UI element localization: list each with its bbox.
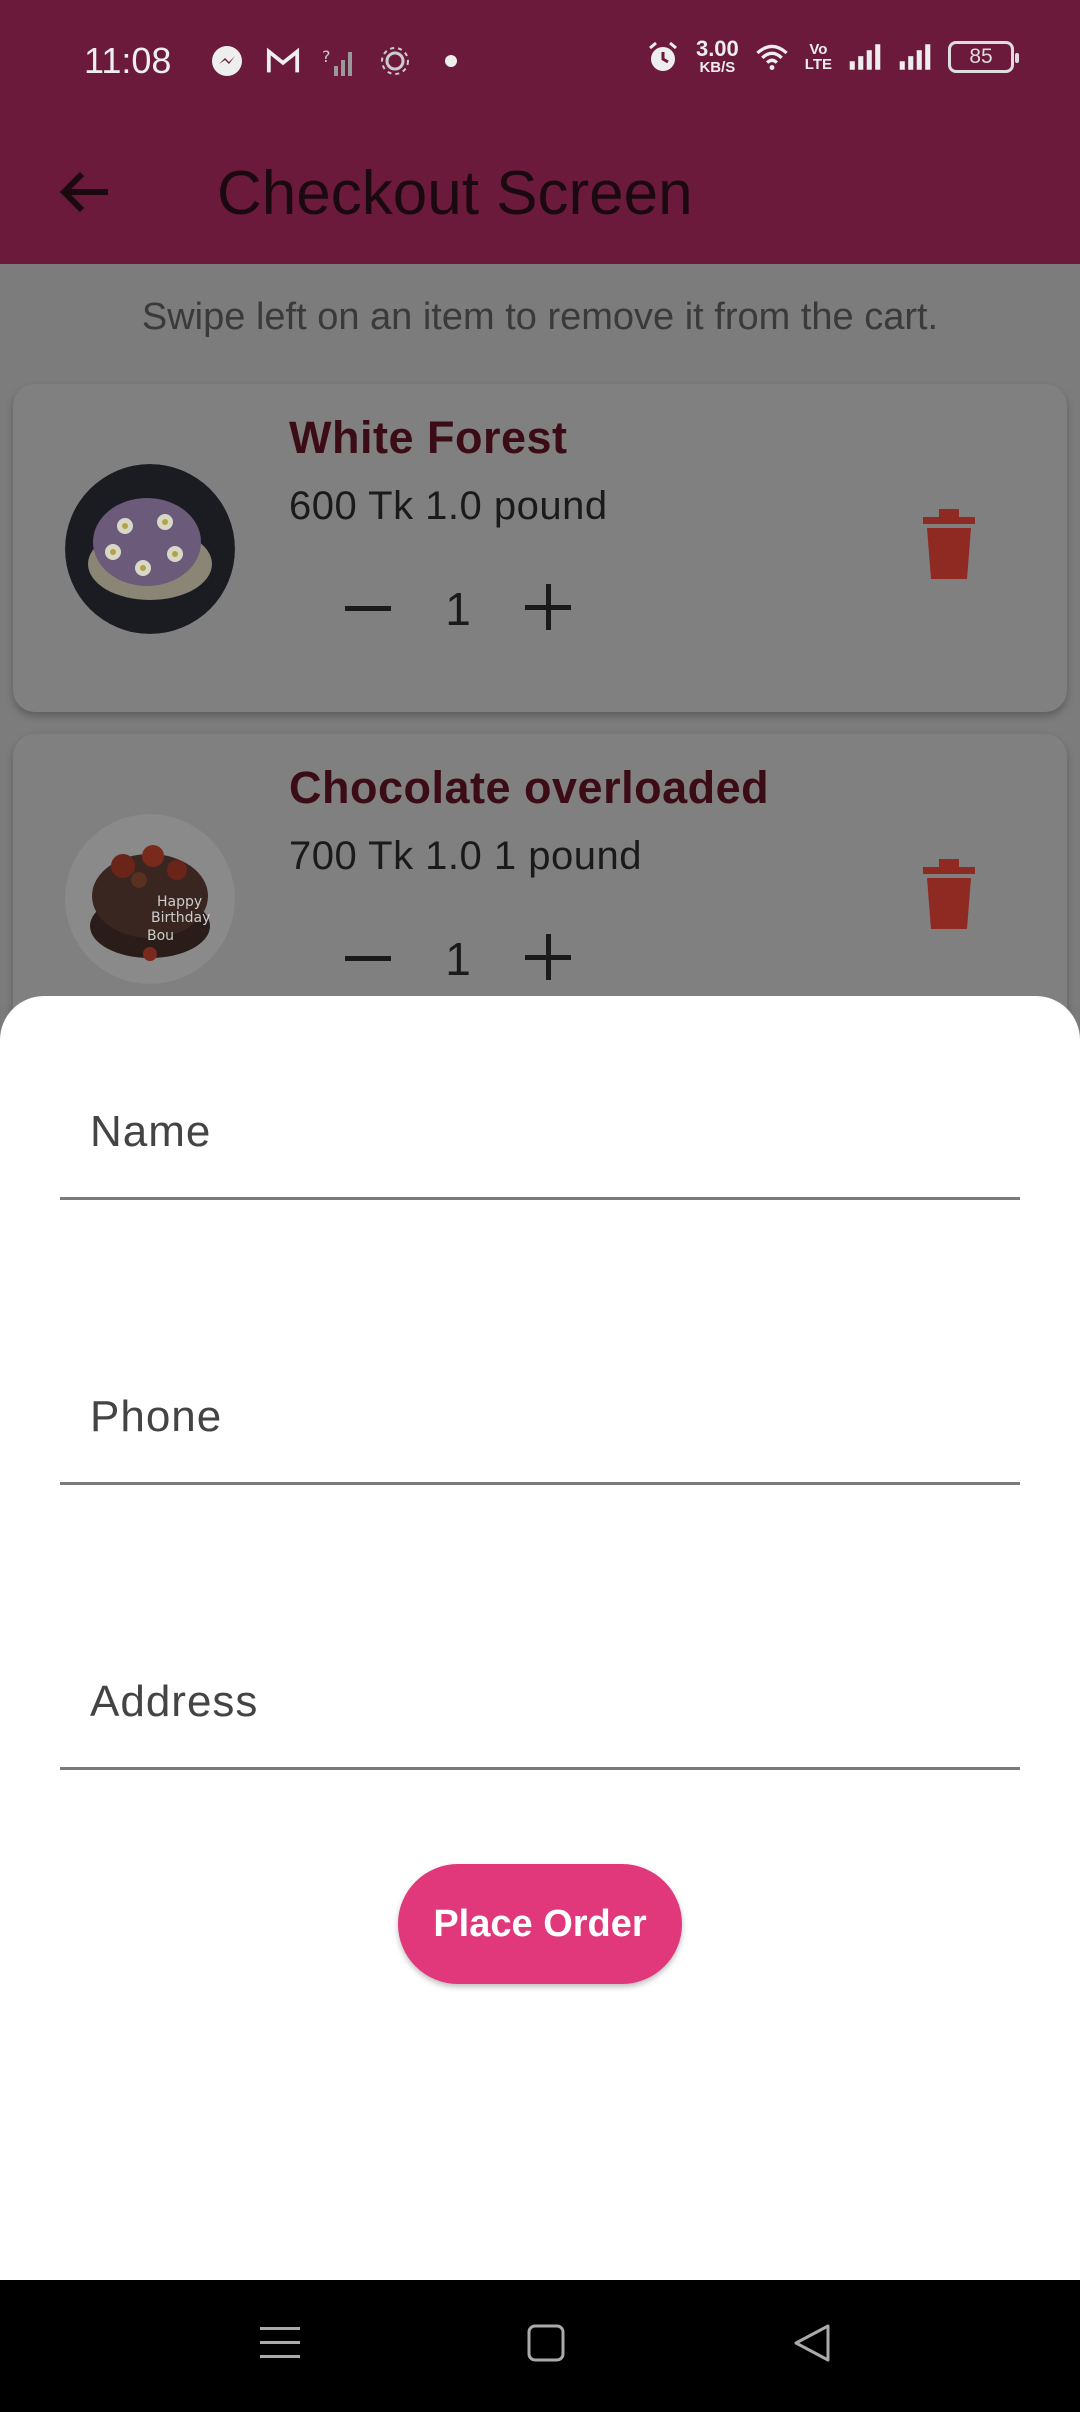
recent-apps-button[interactable] [240, 2310, 320, 2380]
item-price: 700 Tk 1.0 1 pound [289, 834, 642, 878]
signal-icon [848, 40, 882, 74]
cake-image: Happy Birthday Bou [65, 814, 235, 984]
quantity-value: 1 [445, 933, 471, 985]
name-input[interactable] [90, 1107, 990, 1157]
system-icons: 3.00 KB/S Vo LTE 85 [646, 36, 1019, 76]
place-order-button[interactable]: Place Order [398, 1864, 682, 1984]
quantity-stepper: 1 [333, 924, 583, 994]
alarm-icon [646, 40, 680, 74]
back-button[interactable] [44, 154, 124, 234]
status-bar: 11:08 ? 3.00 KB/S Vo LTE 85 [0, 0, 1080, 124]
minus-icon [345, 600, 391, 618]
increase-button[interactable] [513, 924, 583, 994]
item-name: White Forest [289, 412, 568, 463]
svg-text:Bou: Bou [147, 928, 174, 944]
quantity-value: 1 [445, 583, 471, 635]
home-square-icon [527, 2324, 565, 2367]
plus-icon [525, 933, 571, 985]
battery-icon: 85 [948, 40, 1019, 73]
phone-input[interactable] [90, 1392, 990, 1442]
svg-text:Birthday: Birthday [151, 910, 210, 926]
wifi-icon [755, 40, 789, 74]
trash-icon [923, 858, 975, 934]
app-bar: Checkout Screen [0, 124, 1080, 264]
menu-icon [260, 2325, 300, 2366]
back-triangle-icon [792, 2323, 832, 2368]
back-nav-button[interactable] [772, 2310, 852, 2380]
phone-field [60, 1355, 1020, 1485]
increase-button[interactable] [513, 574, 583, 644]
no-signal-icon: ? [322, 44, 356, 78]
name-field [60, 1070, 1020, 1200]
settings-cog-icon [378, 44, 412, 78]
cart-item[interactable]: White Forest 600 Tk 1.0 pound 1 [13, 384, 1067, 712]
status-time: 11:08 [84, 40, 172, 81]
plus-icon [525, 583, 571, 635]
decrease-button[interactable] [333, 574, 403, 644]
delete-button[interactable] [919, 508, 979, 584]
svg-text:?: ? [322, 47, 331, 66]
minus-icon [345, 950, 391, 968]
home-button[interactable] [506, 2310, 586, 2380]
svg-text:Happy: Happy [157, 894, 202, 910]
cart-list: Swipe left on an item to remove it from … [0, 264, 1080, 1062]
page-title: Checkout Screen [217, 159, 693, 228]
trash-icon [923, 508, 975, 584]
decrease-button[interactable] [333, 924, 403, 994]
system-nav-bar [0, 2280, 1080, 2412]
dot-icon [434, 44, 468, 78]
battery-level: 85 [969, 44, 993, 68]
quantity-stepper: 1 [333, 574, 583, 644]
network-speed: 3.00 KB/S [695, 36, 739, 76]
volte-icon: Vo LTE [804, 40, 832, 73]
gmail-icon [266, 44, 300, 78]
item-price: 600 Tk 1.0 pound [289, 484, 608, 528]
arrow-left-icon [56, 168, 112, 221]
swipe-hint: Swipe left on an item to remove it from … [141, 296, 939, 338]
item-name: Chocolate overloaded [289, 762, 770, 813]
address-field [60, 1640, 1020, 1770]
notification-icons: ? [210, 44, 468, 78]
delete-button[interactable] [919, 858, 979, 934]
cake-image [65, 464, 235, 634]
order-form-sheet: Place Order [0, 996, 1080, 2280]
address-input[interactable] [90, 1677, 990, 1727]
messenger-icon [210, 44, 244, 78]
signal-icon [898, 40, 932, 74]
